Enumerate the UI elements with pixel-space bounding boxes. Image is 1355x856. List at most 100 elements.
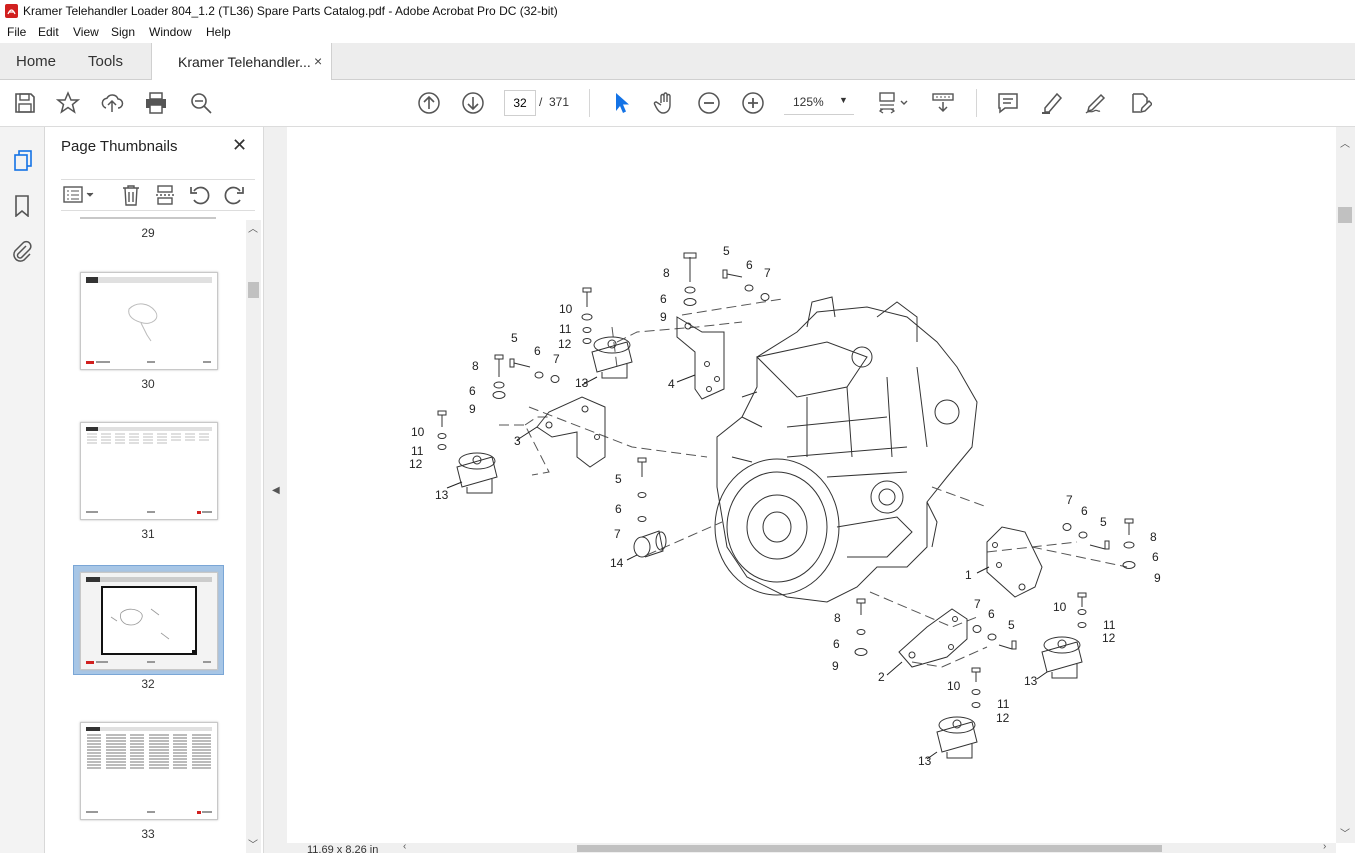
page-total: 371 xyxy=(549,95,570,109)
callout-9: 9 xyxy=(660,310,667,324)
panel-splitter[interactable]: ◀ xyxy=(263,127,288,853)
tab-tools[interactable]: Tools xyxy=(88,53,123,70)
thumbnail-list: 29 30 31 32 33 xyxy=(45,217,245,853)
collapse-panel-icon[interactable]: ◀ xyxy=(272,485,280,496)
menu-file[interactable]: File xyxy=(7,25,26,39)
hand-icon[interactable] xyxy=(653,91,677,115)
page-up-icon[interactable] xyxy=(417,91,441,115)
print-icon[interactable] xyxy=(144,91,168,115)
thumbnail-number: 30 xyxy=(141,377,155,391)
callout-5: 5 xyxy=(615,472,622,486)
callout-14: 14 xyxy=(610,556,624,570)
menu-bar: File Edit View Sign Window Help xyxy=(0,22,1355,43)
attachments-icon[interactable] xyxy=(12,240,32,262)
menu-window[interactable]: Window xyxy=(149,25,192,39)
bookmarks-icon[interactable] xyxy=(14,195,30,217)
zoom-out-icon[interactable] xyxy=(697,91,721,115)
delete-page-icon[interactable] xyxy=(121,184,141,206)
zoom-search-icon[interactable] xyxy=(189,91,213,115)
scroll-mode-icon[interactable] xyxy=(931,91,955,115)
callout-10: 10 xyxy=(947,679,961,693)
callout-2: 2 xyxy=(878,670,885,684)
zoom-dropdown[interactable]: 125% ▼ xyxy=(784,90,854,115)
insert-page-icon[interactable] xyxy=(155,184,175,206)
menu-help[interactable]: Help xyxy=(206,25,231,39)
callout-5: 5 xyxy=(723,244,730,258)
thumbnail-page-33[interactable] xyxy=(80,722,218,820)
zoom-in-icon[interactable] xyxy=(741,91,765,115)
panel-title: Page Thumbnails xyxy=(61,138,178,155)
callout-6: 6 xyxy=(660,292,667,306)
save-icon[interactable] xyxy=(13,91,37,115)
callout-9: 9 xyxy=(1154,571,1161,585)
sign-icon[interactable] xyxy=(1084,91,1108,115)
page-number-input[interactable] xyxy=(504,90,536,116)
scroll-left-icon[interactable]: ‹ xyxy=(403,841,406,852)
thumbnail-page-31[interactable] xyxy=(80,422,218,520)
callout-8: 8 xyxy=(1150,530,1157,544)
title-bar: Kramer Telehandler Loader 804_1.2 (TL36)… xyxy=(0,0,1355,22)
engine-mount-13 xyxy=(456,452,498,494)
thumbnail-number: 33 xyxy=(141,827,155,841)
thumbnail-page-32[interactable] xyxy=(80,572,218,670)
callout-9: 9 xyxy=(469,402,476,416)
page-separator: / xyxy=(539,95,543,109)
thumbnails-panel: Page Thumbnails ✕ 29 30 31 32 33 ︿ ﹀ xyxy=(45,127,263,853)
scroll-down-icon[interactable]: ﹀ xyxy=(248,836,258,851)
callout-5: 5 xyxy=(511,331,518,345)
exploded-parts-diagram: 1 2 3 4 5 6 7 8 9 10 11 12 13 14 5 6 7 8… xyxy=(409,244,1161,768)
edit-pdf-icon[interactable] xyxy=(1128,91,1154,115)
thumbnail-preview xyxy=(86,427,212,514)
callout-6: 6 xyxy=(988,607,995,621)
callout-12: 12 xyxy=(1102,631,1116,645)
tab-close-icon[interactable]: × xyxy=(314,53,322,69)
callout-8: 8 xyxy=(663,266,670,280)
rotate-cw-icon[interactable] xyxy=(223,184,245,206)
callout-11: 11 xyxy=(1103,618,1116,632)
highlight-icon[interactable] xyxy=(1040,91,1064,115)
thumbnail-page-30[interactable] xyxy=(80,272,218,370)
menu-sign[interactable]: Sign xyxy=(111,25,135,39)
bracket-part-3 xyxy=(536,396,606,468)
comment-icon[interactable] xyxy=(996,91,1020,115)
window-title: Kramer Telehandler Loader 804_1.2 (TL36)… xyxy=(23,4,558,18)
callout-10: 10 xyxy=(411,425,425,439)
menu-edit[interactable]: Edit xyxy=(38,25,59,39)
toolbar-divider xyxy=(976,89,977,117)
scroll-right-icon[interactable]: › xyxy=(1323,841,1326,852)
bushing-part-14 xyxy=(633,530,667,558)
document-scroll-thumb[interactable] xyxy=(1338,207,1352,223)
upload-icon[interactable] xyxy=(100,91,124,115)
document-horizontal-scrollbar[interactable]: 11.69 x 8.26 in ‹ › xyxy=(287,841,1336,856)
select-arrow-icon[interactable] xyxy=(609,91,633,115)
tab-document[interactable]: Kramer Telehandler... × xyxy=(151,43,332,80)
tab-home[interactable]: Home xyxy=(16,53,56,70)
thumbnail-tools xyxy=(61,179,255,211)
thumbnail-preview xyxy=(86,727,212,814)
scroll-up-icon[interactable]: ︿ xyxy=(248,220,258,235)
callout-5: 5 xyxy=(1008,618,1015,632)
page-fit-icon[interactable] xyxy=(877,91,911,115)
engine-mount-13 xyxy=(591,336,633,379)
callout-6: 6 xyxy=(1081,504,1088,518)
thumbnail-scroll-thumb[interactable] xyxy=(248,282,259,298)
rotate-ccw-icon[interactable] xyxy=(189,184,211,206)
thumbnail-number: 29 xyxy=(141,226,155,240)
thumbnail-scrollbar[interactable]: ︿ ﹀ xyxy=(246,220,261,853)
close-icon[interactable]: ✕ xyxy=(232,135,247,156)
page-down-icon[interactable] xyxy=(461,91,485,115)
document-vertical-scrollbar[interactable]: ︿ ﹀ xyxy=(1336,127,1355,843)
document-page[interactable]: 1 2 3 4 5 6 7 8 9 10 11 12 13 14 5 6 7 8… xyxy=(287,127,1336,843)
scroll-down-icon[interactable]: ﹀ xyxy=(1340,825,1350,840)
page-thumbnails-icon[interactable] xyxy=(13,149,33,171)
document-hscroll-thumb[interactable] xyxy=(577,845,1162,852)
scroll-up-icon[interactable]: ︿ xyxy=(1340,135,1350,150)
options-menu-icon[interactable] xyxy=(63,185,97,205)
menu-view[interactable]: View xyxy=(73,25,99,39)
acrobat-logo-icon xyxy=(5,4,18,18)
thumbnail-preview xyxy=(81,573,217,669)
callout-6: 6 xyxy=(746,258,753,272)
bookmark-star-icon[interactable] xyxy=(55,91,81,115)
thumbnail-page-29[interactable] xyxy=(80,217,216,219)
callout-11: 11 xyxy=(559,322,572,336)
